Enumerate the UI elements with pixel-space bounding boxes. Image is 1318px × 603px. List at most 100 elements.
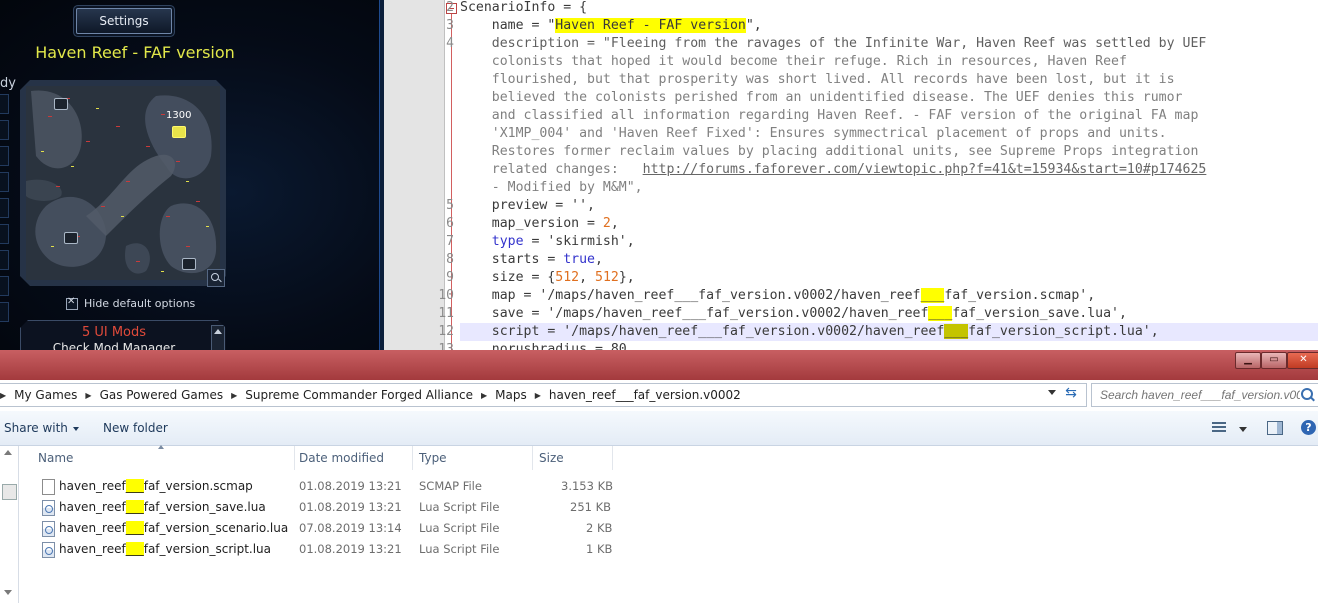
search-box[interactable] <box>1091 383 1318 407</box>
breadcrumb-separator-icon[interactable]: ▶ <box>535 391 541 400</box>
file-type: Lua Script File <box>419 500 500 514</box>
code-line: preview = '', <box>460 198 595 213</box>
column-header-size[interactable]: Size <box>535 446 613 470</box>
highlighted-text: ___ <box>125 479 144 493</box>
reclaim-marker <box>116 126 120 127</box>
start-position-icon[interactable] <box>64 232 78 244</box>
line-number: 9 <box>446 270 454 285</box>
cutoff-text: dy <box>0 76 16 91</box>
column-header-name[interactable]: Name <box>34 446 295 470</box>
scroll-up-icon[interactable] <box>211 325 225 350</box>
slot-edge[interactable] <box>0 224 9 244</box>
minimize-button[interactable]: ▁ <box>1235 352 1261 369</box>
change-view-icon[interactable] <box>1212 422 1226 434</box>
column-header-type[interactable]: Type <box>415 446 533 470</box>
code-line: colonists that hoped it would become the… <box>460 54 1127 69</box>
maximize-button[interactable]: ▭ <box>1261 352 1287 369</box>
start-position-icon[interactable] <box>172 126 186 138</box>
file-size: 1 KB <box>586 542 613 556</box>
mass-marker <box>41 151 44 152</box>
breadcrumb-gas-powered-games[interactable]: Gas Powered Games <box>100 388 224 402</box>
address-bar[interactable]: ▶ My Games ▶ Gas Powered Games ▶ Supreme… <box>0 383 1087 407</box>
file-name: haven_reef___faf_version_scenario.lua <box>59 521 289 535</box>
breadcrumb-separator-icon[interactable]: ▶ <box>85 391 91 400</box>
mass-marker <box>161 271 164 272</box>
reclaim-marker <box>166 216 170 217</box>
file-date: 07.08.2019 13:14 <box>299 521 402 535</box>
file-icon <box>42 479 55 495</box>
file-type: Lua Script File <box>419 542 500 556</box>
navigation-pane-scrollbar[interactable] <box>0 446 19 603</box>
slot-edge[interactable] <box>0 120 9 140</box>
scroll-down-icon[interactable] <box>4 590 12 595</box>
file-size: 2 KB <box>586 521 613 535</box>
chevron-down-icon <box>72 426 79 431</box>
reclaim-marker <box>136 261 140 262</box>
mod-manager-link[interactable]: Check Mod Manager <box>21 341 207 350</box>
settings-button[interactable]: Settings <box>76 8 172 34</box>
scroll-up-icon[interactable] <box>4 450 12 455</box>
slot-edge[interactable] <box>0 302 9 322</box>
help-icon[interactable]: ? <box>1301 420 1316 435</box>
slot-edge[interactable] <box>0 198 9 218</box>
slot-edge[interactable] <box>0 94 9 114</box>
game-lobby-panel: dy Settings Haven Reef - FAF version 130… <box>0 0 384 350</box>
file-row[interactable]: haven_reef___faf_version_script.lua 01.0… <box>38 539 618 560</box>
file-row[interactable]: haven_reef___faf_version_save.lua 01.08.… <box>38 497 618 518</box>
url-link[interactable]: http://forums.faforever.com/viewtopic.ph… <box>643 162 1207 177</box>
breadcrumb-my-games[interactable]: My Games <box>14 388 77 402</box>
file-row[interactable]: haven_reef___faf_version.scmap 01.08.201… <box>38 476 618 497</box>
code-line: starts = true, <box>460 252 603 267</box>
code-line: norushradius = 80, <box>460 342 635 350</box>
scroll-thumb[interactable] <box>2 484 17 500</box>
checkbox-icon[interactable] <box>66 296 78 310</box>
start-position-icon[interactable] <box>182 258 196 270</box>
breadcrumb-separator-icon[interactable]: ▶ <box>231 391 237 400</box>
preview-pane-icon[interactable] <box>1267 421 1283 435</box>
line-number: 6 <box>446 216 454 231</box>
file-name: haven_reef___faf_version.scmap <box>59 479 253 493</box>
window-titlebar[interactable] <box>0 350 1318 380</box>
breadcrumb-supcom-fa[interactable]: Supreme Commander Forged Alliance <box>245 388 473 402</box>
address-dropdown-icon[interactable] <box>1048 390 1056 395</box>
file-row[interactable]: haven_reef___faf_version_scenario.lua 07… <box>38 518 618 539</box>
slot-edge[interactable] <box>0 276 9 296</box>
file-date: 01.08.2019 13:21 <box>299 542 402 556</box>
line-number: 7 <box>446 234 454 249</box>
close-button[interactable]: ✕ <box>1287 352 1318 369</box>
view-dropdown-icon[interactable] <box>1239 427 1247 432</box>
line-number: 8 <box>446 252 454 267</box>
line-number: 12 <box>438 324 454 339</box>
mods-panel[interactable]: 5 UI Mods Check Mod Manager <box>20 320 226 350</box>
share-with-button[interactable]: Share with <box>4 421 79 435</box>
refresh-icon[interactable]: ⇆ <box>1060 385 1082 405</box>
breadcrumb-current-folder[interactable]: haven_reef___faf_version.v0002 <box>549 388 741 402</box>
lua-file-icon <box>42 542 55 558</box>
reclaim-marker <box>101 206 105 207</box>
file-type: SCMAP File <box>419 479 482 493</box>
current-code-line: script = '/maps/haven_reef___faf_version… <box>460 323 1318 341</box>
file-date: 01.08.2019 13:21 <box>299 479 402 493</box>
start-position-icon[interactable] <box>54 98 68 110</box>
mass-marker <box>121 216 124 217</box>
code-line: ScenarioInfo = { <box>460 0 588 15</box>
slot-edge[interactable] <box>0 172 9 192</box>
code-line: type = 'skirmish', <box>491 234 635 249</box>
line-number: 4 <box>446 36 454 51</box>
breadcrumb-separator-icon[interactable]: ▶ <box>481 391 487 400</box>
mass-marker <box>96 108 99 109</box>
highlighted-text: ___ <box>928 306 953 321</box>
slot-edge[interactable] <box>0 250 9 270</box>
new-folder-button[interactable]: New folder <box>103 421 168 435</box>
search-input[interactable] <box>1092 384 1302 406</box>
search-icon[interactable] <box>1301 388 1313 400</box>
highlighted-text: ___ <box>125 500 144 514</box>
zoom-icon[interactable] <box>207 269 225 287</box>
breadcrumb-maps[interactable]: Maps <box>495 388 527 402</box>
hide-default-options-checkbox[interactable]: Hide default options <box>66 296 195 310</box>
code-line: 'X1MP_004' and 'Haven Reef Fixed': Ensur… <box>460 126 1167 141</box>
code-editor[interactable]: 2 3 4 5 6 7 8 9 10 11 12 13 ScenarioInfo… <box>384 0 1318 350</box>
slot-edge[interactable] <box>0 146 9 166</box>
column-header-date[interactable]: Date modified <box>295 446 413 470</box>
highlighted-text: ___ <box>125 542 144 556</box>
